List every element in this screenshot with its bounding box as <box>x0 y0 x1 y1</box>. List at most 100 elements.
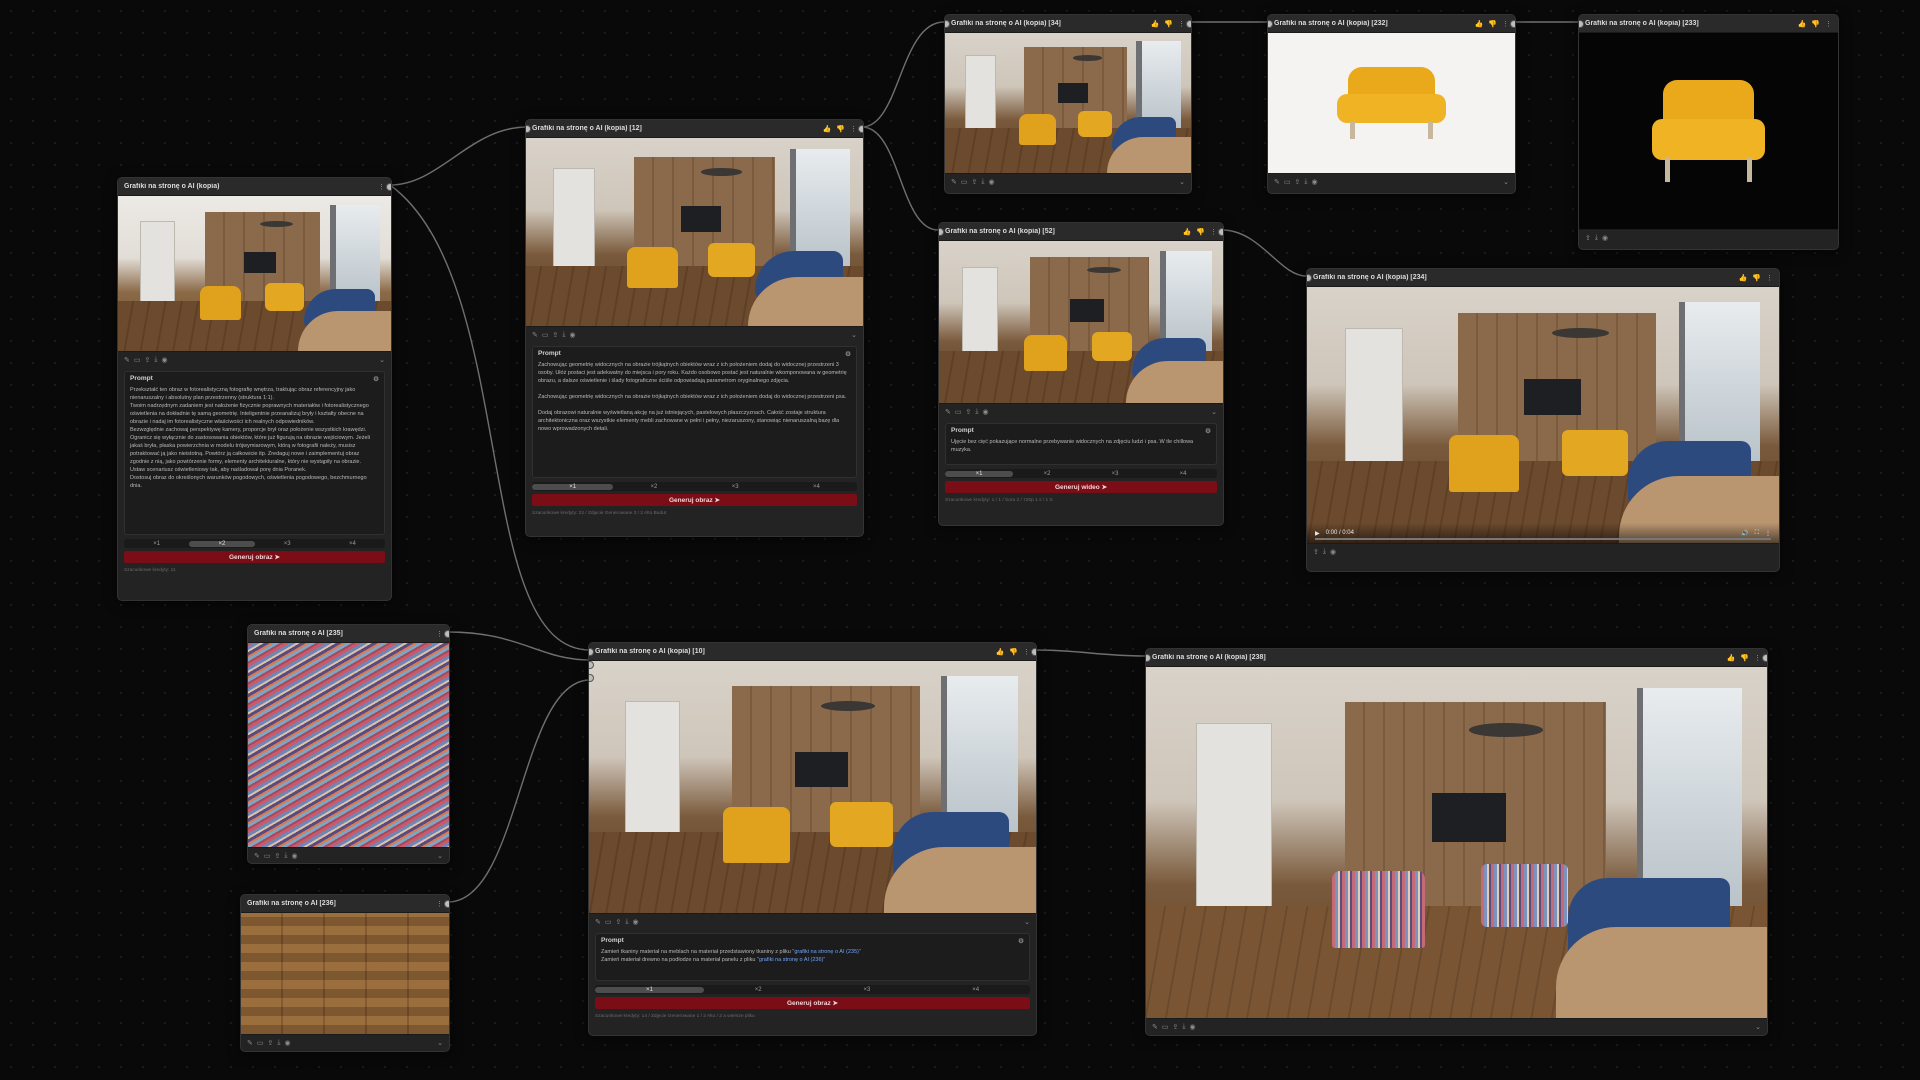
generate-video-button[interactable]: Generuj wideo ➤ <box>945 481 1217 493</box>
play-icon[interactable]: ▶ <box>1315 530 1320 537</box>
output-port[interactable] <box>444 900 449 908</box>
download-icon[interactable]: ⤓ <box>1323 548 1326 556</box>
like-icon[interactable]: 👍 <box>1183 228 1192 236</box>
node-n233[interactable]: Grafiki na stronę o AI (kopia) [233] 👍 👎 ⋮… <box>1578 14 1839 250</box>
count-option[interactable]: ×4 <box>921 987 1030 993</box>
crop-icon[interactable]: ▭ <box>961 178 968 186</box>
share-icon[interactable]: ⇪ <box>1173 1023 1179 1031</box>
prompt-text[interactable]: Zachowując geometrię widocznych na obraz… <box>533 361 856 437</box>
output-port[interactable] <box>1510 20 1515 28</box>
dislike-icon[interactable]: 👎 <box>836 125 845 133</box>
like-icon[interactable]: 👍 <box>1727 654 1736 662</box>
count-option[interactable]: ×3 <box>1081 471 1149 477</box>
volume-icon[interactable]: 🔊 <box>1741 530 1748 537</box>
pencil-icon[interactable]: ✎ <box>951 178 957 186</box>
like-icon[interactable]: 👍 <box>823 125 832 133</box>
output-image[interactable] <box>589 661 1036 913</box>
chevron-icon[interactable]: ⌄ <box>1211 408 1217 416</box>
output-image[interactable] <box>241 913 449 1034</box>
crop-icon[interactable]: ▭ <box>257 1039 264 1047</box>
generate-button[interactable]: Generuj obraz ➤ <box>124 551 385 563</box>
eye-icon[interactable]: ◉ <box>982 408 988 416</box>
output-port[interactable] <box>1218 228 1223 236</box>
output-port[interactable] <box>444 630 449 638</box>
share-icon[interactable]: ⇪ <box>1313 548 1319 556</box>
share-icon[interactable]: ⇪ <box>553 331 559 339</box>
download-icon[interactable]: ⤓ <box>284 852 287 860</box>
count-option[interactable]: ×2 <box>189 540 255 547</box>
count-option[interactable]: ×2 <box>613 484 694 490</box>
output-video[interactable]: ▶ 0:00 / 0:04 🔊 ⛶ ⋮ <box>1307 287 1779 543</box>
dislike-icon[interactable]: 👎 <box>1740 654 1749 662</box>
node-n10[interactable]: Grafiki na stronę o AI (kopia) [10] 👍 👎 ⋮ … <box>588 642 1037 1036</box>
gear-icon[interactable]: ⚙ <box>1205 427 1211 435</box>
pencil-icon[interactable]: ✎ <box>1152 1023 1158 1031</box>
prompt-text[interactable]: Zamień tkaniny materiał na meblach na ma… <box>596 948 1029 968</box>
pencil-icon[interactable]: ✎ <box>1274 178 1280 186</box>
menu-icon[interactable]: ⋮ <box>1765 530 1771 537</box>
count-option[interactable]: ×4 <box>320 541 385 547</box>
eye-icon[interactable]: ◉ <box>1330 548 1336 556</box>
download-icon[interactable]: ⤓ <box>625 918 628 926</box>
count-selector[interactable]: ×1 ×2 ×3 ×4 <box>945 469 1217 478</box>
output-port[interactable] <box>1762 654 1767 662</box>
count-option[interactable]: ×1 <box>595 986 704 993</box>
prompt-text[interactable]: Ujęcie bez cięć pokazujące normalne prze… <box>946 438 1216 458</box>
chevron-icon[interactable]: ⌄ <box>1503 178 1509 186</box>
output-image[interactable] <box>1146 667 1767 1018</box>
output-port[interactable] <box>858 125 863 133</box>
count-option[interactable]: ×1 <box>945 470 1013 477</box>
like-icon[interactable]: 👍 <box>1475 20 1484 28</box>
node-n232[interactable]: Grafiki na stronę o AI (kopia) [232] 👍 👎 ⋮… <box>1267 14 1516 194</box>
share-icon[interactable]: ⇪ <box>145 356 151 364</box>
menu-icon[interactable]: ⋮ <box>1210 228 1217 236</box>
like-icon[interactable]: 👍 <box>1739 274 1748 282</box>
pencil-icon[interactable]: ✎ <box>247 1039 253 1047</box>
chevron-icon[interactable]: ⌄ <box>379 356 385 364</box>
file-reference-link[interactable]: "grafiki na stronę o AI (236)" <box>757 957 825 963</box>
file-reference-link[interactable]: "grafiki na stronę o AI (235)" <box>792 949 860 955</box>
chevron-icon[interactable]: ⌄ <box>437 1039 443 1047</box>
dislike-icon[interactable]: 👎 <box>1196 228 1205 236</box>
count-selector[interactable]: ×1 ×2 ×3 ×4 <box>532 482 857 491</box>
download-icon[interactable]: ⤓ <box>981 178 984 186</box>
node-n52[interactable]: Grafiki na stronę o AI (kopia) [52] 👍 👎 ⋮ … <box>938 222 1224 526</box>
share-icon[interactable]: ⇪ <box>966 408 972 416</box>
chevron-icon[interactable]: ⌄ <box>1024 918 1030 926</box>
count-selector[interactable]: ×1 ×2 ×3 ×4 <box>595 985 1030 994</box>
prompt-box[interactable]: Prompt ⚙ Zamień tkaniny materiał na mebl… <box>595 933 1030 981</box>
crop-icon[interactable]: ▭ <box>134 356 141 364</box>
count-option[interactable]: ×3 <box>813 987 922 993</box>
share-icon[interactable]: ⇪ <box>616 918 622 926</box>
count-option[interactable]: ×1 <box>124 541 189 547</box>
gear-icon[interactable]: ⚙ <box>373 375 379 383</box>
dislike-icon[interactable]: 👎 <box>1488 20 1497 28</box>
share-icon[interactable]: ⇪ <box>972 178 978 186</box>
gear-icon[interactable]: ⚙ <box>1018 937 1024 945</box>
pencil-icon[interactable]: ✎ <box>124 356 130 364</box>
output-image[interactable] <box>945 33 1191 173</box>
node-n1[interactable]: Grafiki na stronę o AI (kopia) ⋮ ✎ ▭ ⇪ ⤓ ◉… <box>117 177 392 601</box>
node-n238[interactable]: Grafiki na stronę o AI (kopia) [238] 👍 👎 ⋮… <box>1145 648 1768 1036</box>
eye-icon[interactable]: ◉ <box>284 1039 290 1047</box>
menu-icon[interactable]: ⋮ <box>1766 274 1773 282</box>
menu-icon[interactable]: ⋮ <box>436 630 443 638</box>
like-icon[interactable]: 👍 <box>1151 20 1160 28</box>
dislike-icon[interactable]: 👎 <box>1164 20 1173 28</box>
count-option[interactable]: ×3 <box>695 484 776 490</box>
menu-icon[interactable]: ⋮ <box>1825 20 1832 28</box>
crop-icon[interactable]: ▭ <box>264 852 271 860</box>
output-image[interactable] <box>1268 33 1515 173</box>
pencil-icon[interactable]: ✎ <box>945 408 951 416</box>
eye-icon[interactable]: ◉ <box>632 918 638 926</box>
count-option[interactable]: ×2 <box>704 987 813 993</box>
crop-icon[interactable]: ▭ <box>1284 178 1291 186</box>
node-n34[interactable]: Grafiki na stronę o AI (kopia) [34] 👍 👎 ⋮ … <box>944 14 1192 194</box>
gear-icon[interactable]: ⚙ <box>845 350 851 358</box>
dislike-icon[interactable]: 👎 <box>1009 648 1018 656</box>
node-n236[interactable]: Grafiki na stronę o AI [236] ⋮ ✎ ▭ ⇪ ⤓ ◉ ⌄ <box>240 894 450 1052</box>
eye-icon[interactable]: ◉ <box>988 178 994 186</box>
crop-icon[interactable]: ▭ <box>605 918 612 926</box>
download-icon[interactable]: ⤓ <box>154 356 157 364</box>
share-icon[interactable]: ⇪ <box>275 852 281 860</box>
